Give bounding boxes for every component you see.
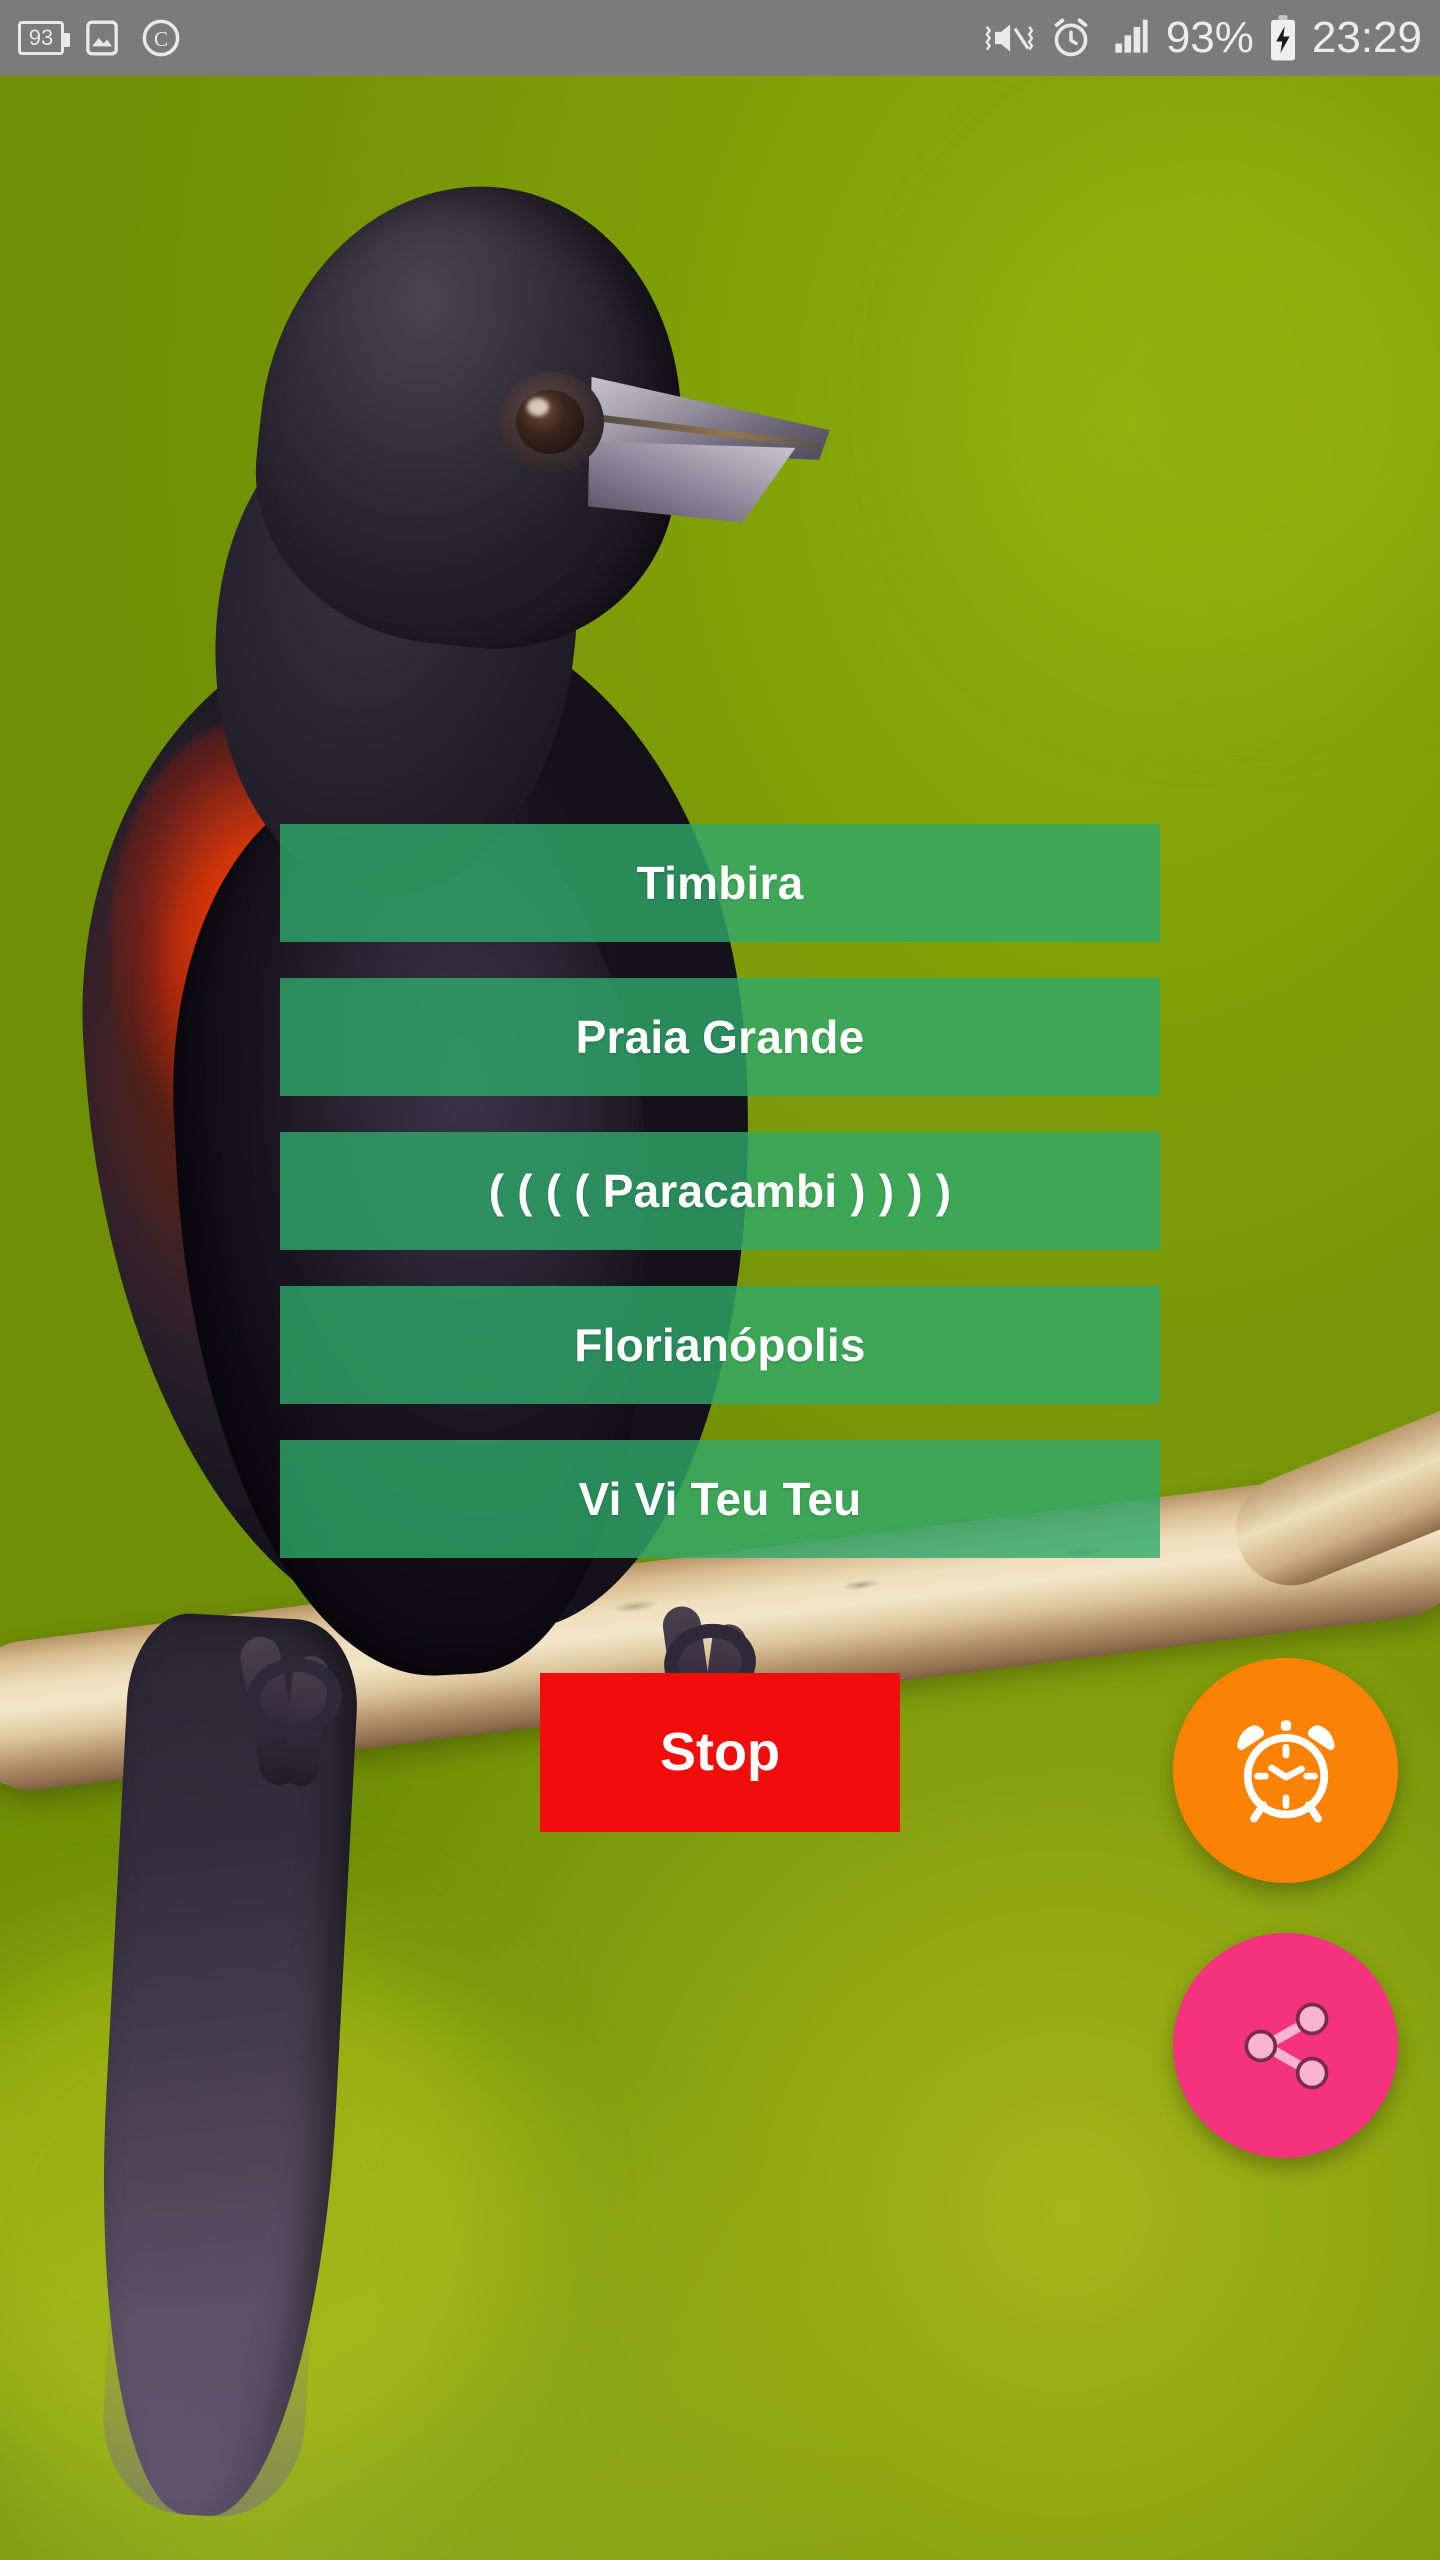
battery-number-label: 93 [28, 25, 54, 50]
clock-label: 23:29 [1311, 13, 1422, 62]
status-bar-right-icons: 93% 23:29 [982, 14, 1422, 62]
track-button-timbira[interactable]: Timbira [280, 824, 1160, 942]
track-button-vi-vi-teu-teu[interactable]: Vi Vi Teu Teu [280, 1440, 1160, 1558]
status-bar: 93 C 93% 23:29 [0, 0, 1440, 76]
battery-number-icon: 93 [18, 21, 70, 55]
bird-eye [516, 390, 584, 454]
copyright-icon: C [142, 19, 180, 57]
alarm-clock-icon [1236, 1719, 1335, 1822]
battery-charging-icon [1270, 15, 1295, 61]
track-button-florianopolis[interactable]: Florianópolis [280, 1286, 1160, 1404]
mute-vibrate-icon [985, 24, 1034, 52]
photo-icon [86, 20, 118, 56]
share-icon [1243, 2002, 1328, 2089]
signal-bars-icon [1115, 19, 1148, 53]
svg-text:C: C [154, 27, 168, 51]
app-screen: 93 C 93% 23:29 Timbira Praia Grande ((… [0, 0, 1440, 2560]
share-fab-button[interactable] [1173, 1933, 1398, 2158]
status-bar-left-icons: 93 C [18, 17, 182, 59]
track-button-list: Timbira Praia Grande ( ( ( ( Paracambi )… [280, 824, 1160, 1558]
track-button-praia-grande[interactable]: Praia Grande [280, 978, 1160, 1096]
alarm-clock-icon [1054, 18, 1088, 57]
track-button-paracambi[interactable]: ( ( ( ( Paracambi ) ) ) ) [280, 1132, 1160, 1250]
stop-button[interactable]: Stop [540, 1673, 900, 1832]
bird-eye-glint [527, 398, 549, 416]
alarm-fab-button[interactable] [1173, 1658, 1398, 1883]
battery-percent-label: 93% [1165, 13, 1254, 62]
